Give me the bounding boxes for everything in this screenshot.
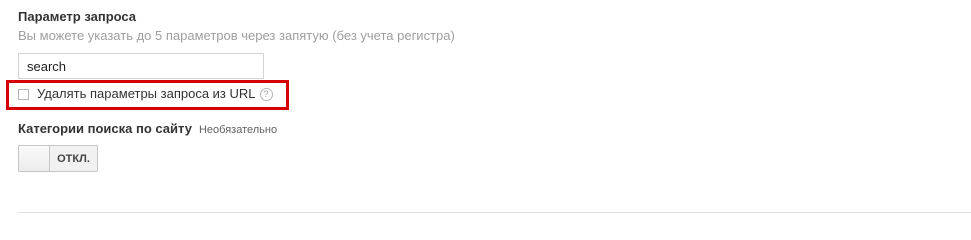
strip-query-params-row[interactable]: Удалять параметры запроса из URL ?: [18, 86, 273, 102]
query-parameter-title: Параметр запроса: [18, 9, 137, 24]
help-icon[interactable]: ?: [259, 87, 273, 101]
toggle-state-label: ОТКЛ.: [57, 152, 90, 165]
query-parameter-hint: Вы можете указать до 5 параметров через …: [18, 28, 455, 43]
site-search-settings: Параметр запроса Вы можете указать до 5 …: [0, 0, 971, 217]
strip-query-params-checkbox[interactable]: [18, 88, 29, 100]
optional-label: Необязательно: [198, 124, 278, 136]
strip-query-params-label[interactable]: Удалять параметры запроса из URL: [37, 86, 256, 102]
query-parameter-input[interactable]: [18, 53, 264, 79]
site-search-categories-title: Категории поиска по сайту: [18, 121, 192, 136]
site-search-categories-header: Категории поиска по сайту Необязательно: [18, 121, 277, 137]
site-search-categories-toggle[interactable]: ОТКЛ.: [18, 145, 98, 172]
section-divider: [18, 212, 971, 213]
toggle-knob[interactable]: [19, 146, 50, 171]
